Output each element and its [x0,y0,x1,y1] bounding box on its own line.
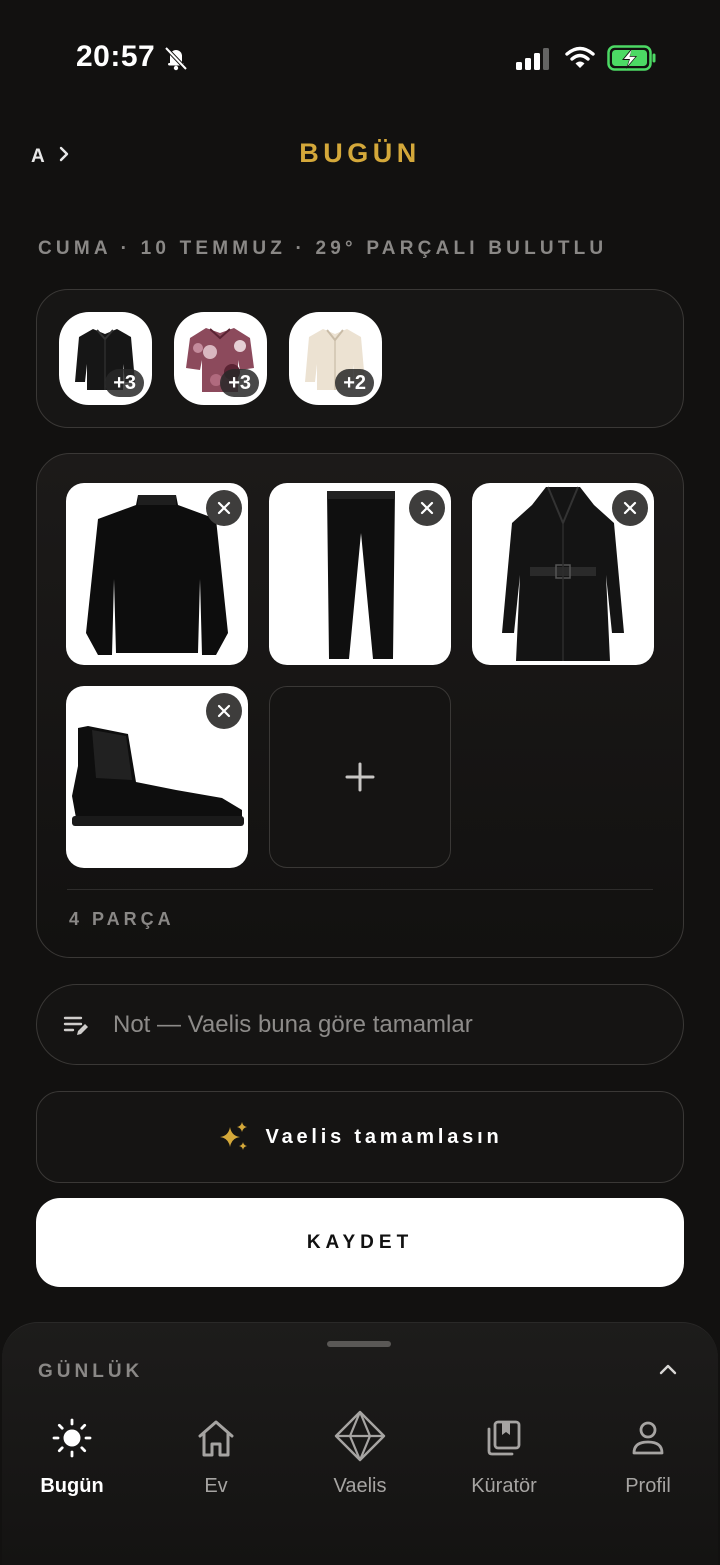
battery-charging-icon [607,45,656,71]
wifi-icon [565,46,595,68]
outfit-item-trousers[interactable] [269,483,451,665]
tab-bugun[interactable]: Bugün [12,1408,132,1508]
close-icon [217,501,231,515]
outfit-card: 4 PARÇA [36,453,684,958]
outfit-item-boots[interactable] [66,686,248,868]
tab-kurator[interactable]: Küratör [444,1408,564,1508]
sparkles-icon [219,1122,247,1150]
save-label: KAYDET [306,1231,414,1253]
tab-vaelis[interactable]: Vaelis [300,1408,420,1508]
page-title: BUGÜN [299,138,421,168]
suggestion-black-shirt[interactable]: +3 [59,312,152,405]
date-weather-line: CUMA · 10 TEMMUZ · 29° PARÇALI BULUTLU [38,238,608,259]
home-icon [198,1420,234,1457]
remove-item-button[interactable] [409,490,445,526]
remove-item-button[interactable] [206,490,242,526]
sheet-title: GÜNLÜK [38,1361,144,1382]
close-icon [217,704,231,718]
divider [67,889,653,890]
ai-complete-button[interactable]: Vaelis tamamlasın [36,1091,684,1183]
tab-label: Küratör [471,1475,537,1497]
tab-label: Bugün [40,1475,104,1497]
add-item-button[interactable] [269,686,451,868]
chevron-up-icon[interactable] [658,1361,678,1377]
status-time: 20:57 [76,40,156,73]
tab-label: Ev [204,1475,228,1497]
suggestion-cream-shirt[interactable]: +2 [289,312,382,405]
tab-label: Profil [625,1475,671,1497]
suggestion-strip: +3 +3 +2 [36,289,684,428]
close-icon [420,501,434,515]
suggestion-count-badge: +3 [220,369,259,397]
bookmark-stack-icon [487,1420,521,1456]
plus-icon [345,762,375,792]
tab-label: Vaelis [333,1475,387,1497]
bell-slash-icon [164,46,188,71]
note-input[interactable] [113,1007,653,1043]
suggestion-count-badge: +2 [335,369,374,397]
item-count: 4 PARÇA [69,909,175,929]
sun-icon [52,1418,92,1458]
ai-complete-label: Vaelis tamamlasın [265,1125,503,1148]
note-field[interactable] [36,984,684,1065]
diamond-logo-icon [334,1410,386,1462]
close-icon [623,501,637,515]
outfit-item-coat[interactable] [472,483,654,665]
header: A BUGÜN [0,130,720,180]
outfit-item-sweater[interactable] [66,483,248,665]
edit-note-icon [63,1016,88,1035]
status-bar: 20:57 [0,0,720,110]
save-button[interactable]: KAYDET [36,1198,684,1287]
suggestion-count-badge: +3 [105,369,144,397]
tab-ev[interactable]: Ev [156,1408,276,1508]
sheet-grabber[interactable] [327,1341,391,1347]
remove-item-button[interactable] [612,490,648,526]
person-icon [632,1421,664,1455]
remove-item-button[interactable] [206,693,242,729]
tab-profil[interactable]: Profil [588,1408,708,1508]
suggestion-floral-shirt[interactable]: +3 [174,312,267,405]
cellular-signal-icon [516,48,549,70]
